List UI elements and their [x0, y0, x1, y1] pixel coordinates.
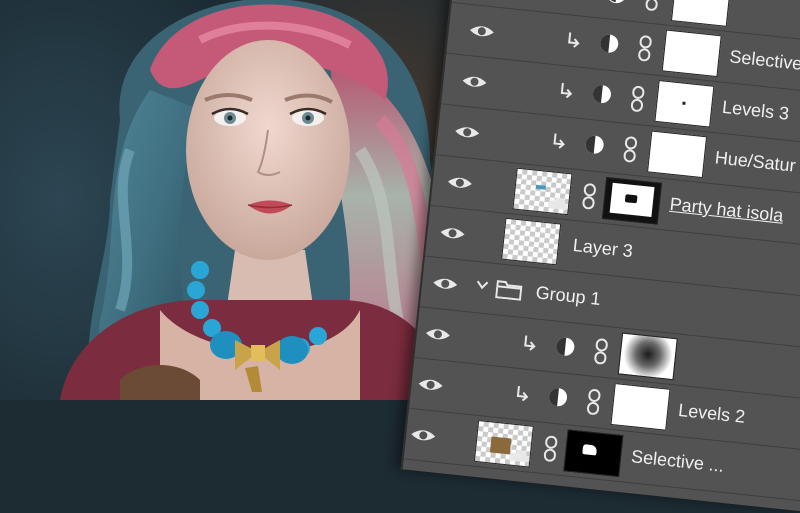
thumb-content [535, 184, 547, 190]
layers-panel: Selective Levels 3 Hue/Satur Party hat i… [400, 0, 800, 513]
eye-icon[interactable] [461, 70, 489, 93]
layer-name[interactable]: Party hat isola [669, 194, 785, 227]
clipping-arrow-icon [524, 335, 536, 351]
half-circle-adjustment-icon [549, 388, 568, 407]
layer-mask-thumbnail[interactable] [647, 130, 708, 179]
eye-icon[interactable] [468, 20, 496, 43]
layer-mask-thumbnail[interactable] [661, 29, 722, 78]
half-circle-adjustment-icon [585, 135, 604, 154]
chain-link-icon [630, 85, 645, 112]
layer-mask-thumbnail[interactable] [617, 332, 678, 381]
chain-link-icon [586, 389, 601, 415]
chain-link-icon [645, 0, 658, 11]
chain-link-icon [543, 435, 558, 462]
half-circle-adjustment-icon [556, 337, 575, 356]
chain-link-icon [638, 35, 652, 62]
chain-link-icon [594, 338, 608, 365]
layer-name[interactable]: Levels 3 [721, 97, 790, 125]
layer-name[interactable]: Layer 3 [572, 235, 634, 262]
layer-name[interactable]: Levels 2 [677, 400, 746, 428]
layer-mask-thumbnail[interactable] [610, 383, 671, 431]
layer-name[interactable]: Selective ... [630, 446, 725, 477]
clipping-arrow-icon [568, 32, 580, 48]
eye-icon[interactable] [424, 323, 452, 346]
half-circle-adjustment-icon [592, 85, 611, 104]
mask-dot [682, 101, 686, 105]
mask-black-shape [624, 194, 638, 204]
chevron-down-icon[interactable] [476, 279, 489, 290]
layer-mask-thumbnail[interactable] [670, 0, 732, 27]
mask-white-region [609, 182, 655, 217]
smart-object-cloud-icon [509, 450, 530, 463]
layer-mask-thumbnail[interactable] [601, 177, 662, 225]
eye-icon[interactable] [453, 121, 481, 144]
layer-mask-thumbnail[interactable] [654, 79, 715, 128]
eye-icon[interactable] [417, 374, 445, 397]
layer-name[interactable]: Selective [728, 46, 800, 75]
mask-white-shape [582, 444, 598, 456]
eye-icon[interactable] [446, 171, 474, 194]
layer-thumbnail[interactable] [501, 217, 562, 266]
layer-name[interactable]: Group 1 [535, 282, 602, 310]
layer-mask-thumbnail[interactable] [563, 429, 624, 478]
chain-link-icon [623, 136, 638, 163]
eye-icon[interactable] [409, 424, 437, 447]
clipping-arrow-icon [553, 133, 565, 149]
smart-object-cloud-icon [547, 197, 569, 210]
layer-name[interactable]: Hue/Satur [714, 147, 797, 176]
chain-link-icon [582, 183, 596, 210]
eye-icon[interactable] [431, 272, 459, 295]
half-circle-adjustment-icon [606, 0, 627, 4]
folder-icon [495, 280, 523, 301]
eye-icon[interactable] [439, 222, 467, 245]
clipping-arrow-icon [560, 82, 573, 99]
half-circle-adjustment-icon [600, 34, 619, 53]
